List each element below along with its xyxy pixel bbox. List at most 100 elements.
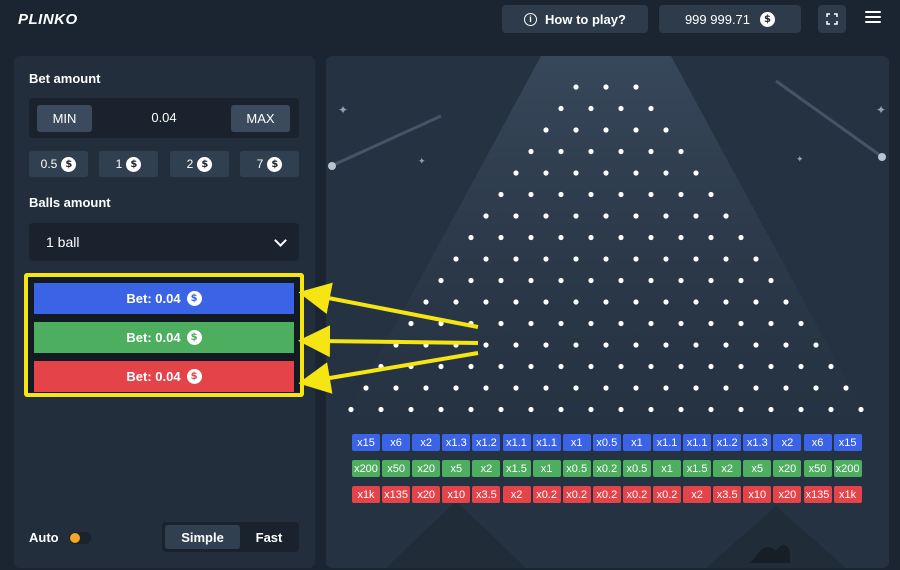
peg [513,213,519,219]
peg [378,363,384,370]
multiplier-slot-green: x1 [532,460,561,477]
peg [513,299,519,305]
peg [783,299,789,305]
quick-bet-0-5[interactable]: 0.5 $ [29,151,88,177]
speed-fast-button[interactable]: Fast [242,525,296,549]
peg [468,277,474,284]
quick-bet-1[interactable]: 1 $ [99,151,158,177]
peg [858,406,864,413]
sparkle-icon: ✦ [418,156,426,166]
max-button[interactable]: MAX [231,105,290,132]
peg [528,363,534,370]
sparkle-icon: ✦ [876,103,886,117]
peg [633,127,639,133]
peg [783,385,789,391]
peg [828,406,834,413]
peg [573,342,579,348]
peg [663,127,669,133]
multiplier-slot-blue: x1.3 [743,434,772,451]
peg [468,406,474,413]
coin-icon: $ [186,291,202,306]
multiplier-row-green: x200 x50 x20 x5 x2 x1.5 x1 x0.5 x0.2 x0.5 x1 x1.5 x2… [326,460,889,477]
balls-amount-label: Balls amount [29,195,111,210]
peg [498,234,504,241]
peg [693,342,699,348]
multiplier-slot-blue: x15 [352,434,380,451]
peg [618,105,624,112]
bet-button-green[interactable]: Bet: 0.04 $ [34,322,294,353]
peg [798,406,804,413]
quick-bet-label: 0.5 [40,157,58,171]
peg [468,234,474,241]
min-button[interactable]: MIN [37,105,92,132]
light-beam [346,56,866,416]
auto-toggle[interactable] [68,531,91,544]
multiplier-slot-red: x0.2 [532,486,561,503]
peg [543,213,549,219]
peg [543,385,549,391]
peg [648,148,654,155]
multiplier-slot-green: x50 [382,460,411,477]
peg [573,127,579,133]
multiplier-slot-red: x3.5 [713,486,742,503]
peg [618,148,624,155]
peg [543,127,549,133]
balls-amount-select[interactable]: 1 ball [29,223,299,261]
peg [573,385,579,391]
peg [483,299,489,305]
peg [678,320,684,327]
plinko-logo: PLINKO [18,11,78,28]
fullscreen-button[interactable] [818,5,846,33]
bet-button-blue[interactable]: Bet: 0.04 $ [34,283,294,314]
coin-icon: $ [760,11,776,27]
peg [648,406,654,413]
peg [663,299,669,305]
peg [453,342,459,348]
bet-button-red[interactable]: Bet: 0.04 $ [34,361,294,392]
bet-button-label: Bet: 0.04 [126,369,181,384]
peg [738,363,744,370]
peg [738,320,744,327]
multiplier-slot-green: x0.5 [622,460,651,477]
peg [723,342,729,348]
peg [753,299,759,305]
peg [483,342,489,348]
peg [708,406,714,413]
peg [378,406,384,413]
peg [603,299,609,305]
peg [633,213,639,219]
peg [573,84,579,90]
bet-amount-row: MIN 0.04 MAX [29,98,299,138]
peg [393,385,399,391]
multiplier-slot-red: x1k [833,486,862,503]
peg [603,213,609,219]
quick-bet-7[interactable]: 7 $ [240,151,299,177]
multiplier-slot-blue: x0.5 [592,434,621,451]
multiplier-slot-red: x0.2 [562,486,591,503]
multiplier-slot-blue: x1.2 [472,434,501,451]
peg [558,320,564,327]
info-icon: i [524,12,538,26]
peg [588,406,594,413]
peg [408,320,414,327]
balance-value: 999 999.71 [684,11,751,27]
peg [603,385,609,391]
how-to-play-button[interactable]: i How to play? [502,5,648,33]
peg [678,191,684,198]
quick-bet-2[interactable]: 2 $ [170,151,229,177]
multiplier-slot-green: x1.5 [502,460,531,477]
peg [738,234,744,241]
star-icon [328,162,336,170]
multiplier-slot-blue: x1.1 [683,434,712,451]
multiplier-slot-green: x2 [472,460,501,477]
multiplier-slot-green: x0.5 [562,460,591,477]
peg [483,385,489,391]
bet-amount-input[interactable]: 0.04 [139,110,189,125]
peg [468,320,474,327]
menu-icon[interactable] [865,11,881,23]
peg [798,320,804,327]
speed-simple-button[interactable]: Simple [165,525,240,549]
quick-bet-label: 7 [256,157,264,171]
peg [498,191,504,198]
control-panel: Bet amount MIN 0.04 MAX 0.5 $ 1 $ 2 $ 7 … [14,56,315,568]
